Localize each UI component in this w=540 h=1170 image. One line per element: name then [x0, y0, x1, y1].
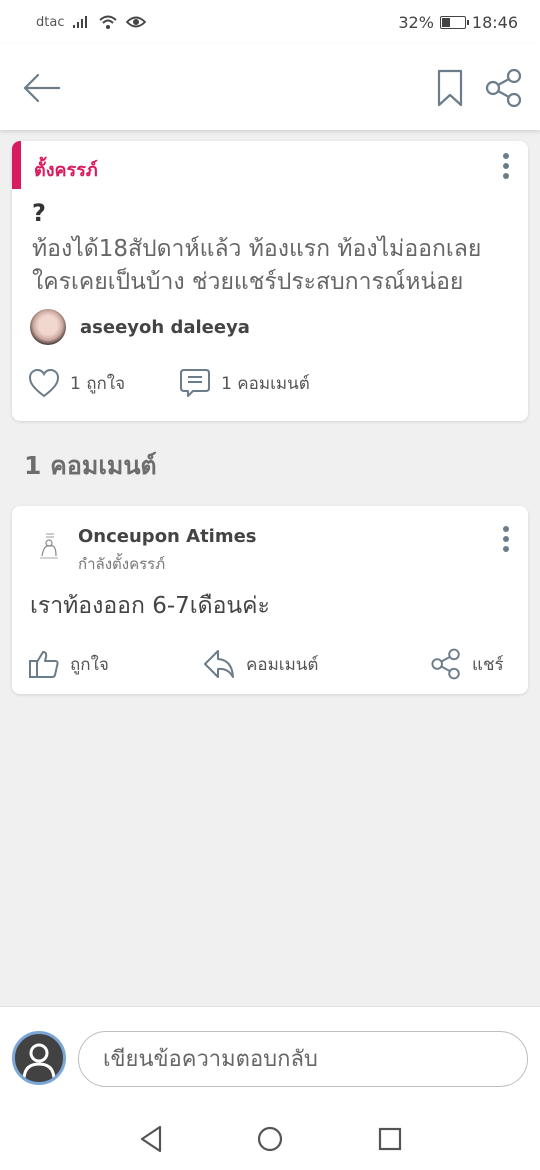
comment-card: Onceupon Atimes กำลังตั้งครรภ์ เราท้องออ…	[12, 506, 528, 694]
system-navigation-bar	[0, 1110, 540, 1170]
comment-share-label: แชร์	[472, 654, 504, 675]
post-more-options-icon[interactable]	[498, 151, 514, 181]
comment-button[interactable]: 1 คอมเมนต์	[179, 367, 310, 399]
battery-percent: 32%	[398, 12, 434, 32]
bookmark-icon[interactable]	[436, 68, 464, 108]
comment-reply-label: คอมเมนต์	[246, 654, 319, 675]
reply-bar	[0, 1006, 540, 1110]
wifi-icon	[99, 15, 118, 29]
carrier-name: dtac	[36, 14, 65, 30]
comment-count: 1 คอมเมนต์	[221, 373, 310, 394]
battery-icon	[439, 15, 469, 29]
clock: 18:46	[471, 12, 518, 32]
avatar[interactable]	[30, 309, 66, 345]
post-body: ท้องได้18สัปดาห์แล้ว ท้องแรก ท้องไม่ออกเ…	[32, 236, 482, 295]
battery-level	[441, 17, 450, 27]
comment-reply-button[interactable]: คอมเมนต์	[202, 646, 318, 682]
app-bar	[0, 44, 540, 130]
comment-actions: ถูกใจ คอมเมนต์ แชร์	[28, 646, 514, 682]
like-button[interactable]: 1 ถูกใจ	[28, 368, 125, 398]
reply-icon	[204, 650, 234, 678]
status-bar: dtac 32% 18:46	[0, 0, 540, 44]
post-author[interactable]: aseeyoh daleeya	[30, 309, 250, 345]
eye-comfort-icon	[126, 16, 147, 28]
share-icon[interactable]	[484, 68, 524, 108]
avatar[interactable]	[34, 528, 66, 564]
post-actions: 1 ถูกใจ 1 คอมเมนต์	[28, 367, 310, 399]
reply-input[interactable]	[78, 1031, 528, 1087]
post-card: ตั้งครรภ์ ? ท้องได้18สัปดาห์แล้ว ท้องแรก…	[12, 141, 528, 421]
post-title: ?	[32, 199, 46, 227]
nav-home-icon[interactable]	[256, 1124, 284, 1154]
comment-like-button[interactable]: ถูกใจ	[28, 646, 109, 682]
comment-more-options-icon[interactable]	[498, 524, 514, 554]
signal-icon	[73, 16, 88, 28]
heart-icon	[28, 368, 60, 398]
comment-like-label: ถูกใจ	[70, 654, 109, 675]
like-count: 1 ถูกใจ	[70, 373, 126, 394]
comments-heading: 1 คอมเมนต์	[24, 451, 157, 480]
post-category[interactable]: ตั้งครรภ์	[34, 155, 98, 184]
nav-back-icon[interactable]	[138, 1124, 164, 1154]
comment-share-button[interactable]: แชร์	[430, 646, 504, 682]
nav-recents-icon[interactable]	[377, 1124, 403, 1154]
user-avatar-icon[interactable]	[12, 1031, 66, 1085]
category-accent-bar	[12, 141, 21, 189]
commenter-status: กำลังตั้งครรภ์	[78, 555, 166, 573]
comment-icon	[180, 369, 211, 397]
commenter-name[interactable]: Onceupon Atimes	[78, 526, 257, 547]
author-name[interactable]: aseeyoh daleeya	[80, 317, 250, 338]
thumbs-up-icon	[29, 651, 59, 678]
arrow-left-icon[interactable]	[22, 70, 62, 106]
share-icon	[431, 648, 460, 680]
comment-text: เราท้องออก 6-7เดือนค่ะ	[30, 593, 270, 619]
